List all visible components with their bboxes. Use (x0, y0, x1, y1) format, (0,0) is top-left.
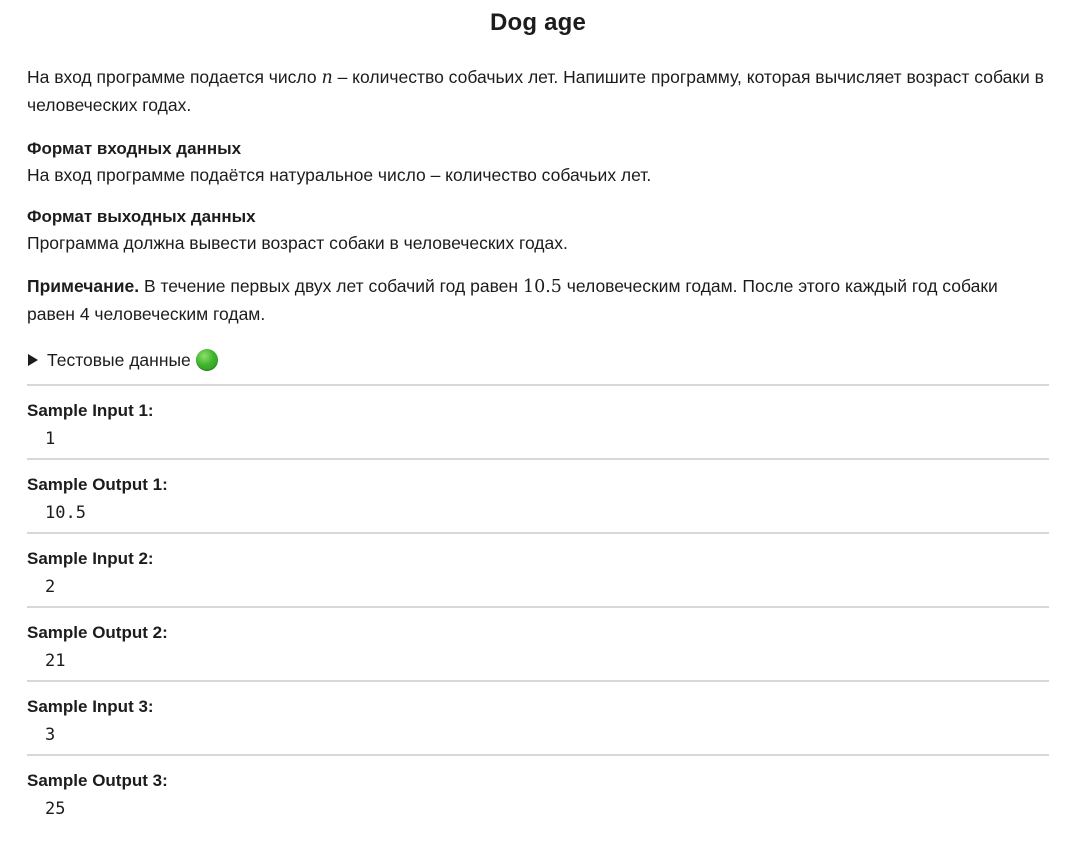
input-format-text: На вход программе подаётся натуральное ч… (27, 165, 652, 185)
sample-label: Sample Output 1: (27, 475, 168, 494)
page-title: Dog age (489, 9, 587, 36)
sample-value: 25 (45, 799, 66, 819)
problem-page: Dog age На вход программе подается число… (0, 0, 1068, 854)
sample-label: Sample Output 3: (27, 771, 168, 790)
statement-text-start: На вход программе подается число (27, 67, 322, 87)
sample-block: Sample Input 2: 2 (27, 532, 1049, 606)
note-value: 10.5 (522, 277, 562, 297)
sample-value: 3 (45, 725, 56, 745)
samples-list: Sample Input 1: 1 Sample Output 1: 10.5 … (27, 384, 1049, 828)
sample-value: 2 (45, 577, 56, 597)
input-format-heading: Формат входных данных (27, 139, 242, 158)
sample-value: 21 (45, 651, 66, 671)
sample-value: 1 (45, 429, 56, 449)
note: Примечание. В течение первых двух лет со… (27, 273, 1049, 328)
sample-label: Sample Output 2: (27, 623, 168, 642)
test-data-toggle[interactable]: Тестовые данные (27, 347, 1049, 373)
test-data-label: Тестовые данные (47, 349, 191, 370)
sample-label: Sample Input 3: (27, 697, 154, 716)
output-format-text: Программа должна вывести возраст собаки … (27, 233, 568, 253)
problem-statement: На вход программе подается число n – кол… (27, 64, 1049, 119)
sample-block: Sample Output 3: 25 (27, 754, 1049, 828)
sample-label: Sample Input 1: (27, 401, 154, 420)
green-circle-icon (195, 349, 218, 371)
sample-label: Sample Input 2: (27, 549, 154, 568)
sample-block: Sample Input 1: 1 (27, 384, 1049, 458)
output-format-heading: Формат выходных данных (27, 207, 256, 226)
sample-block: Sample Input 3: 3 (27, 680, 1049, 754)
note-label: Примечание. (27, 276, 140, 296)
variable-n: n (321, 68, 333, 88)
disclosure-triangle-icon (28, 354, 38, 366)
sample-block: Sample Output 2: 21 (27, 606, 1049, 680)
note-text-start: В течение первых двух лет собачий год ра… (139, 276, 523, 296)
sample-block: Sample Output 1: 10.5 (27, 458, 1049, 532)
sample-value: 10.5 (45, 503, 86, 523)
